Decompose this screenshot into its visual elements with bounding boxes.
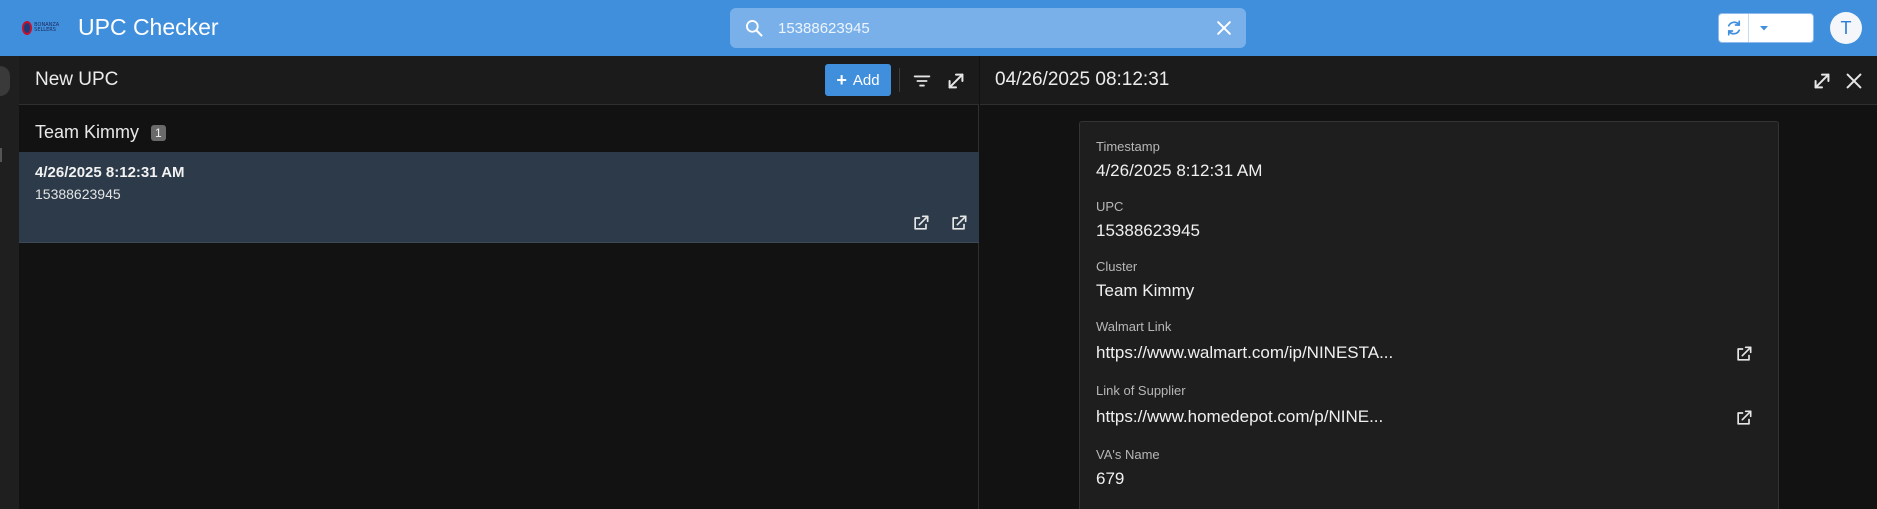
item-upc: 15388623945 [35, 186, 121, 202]
close-icon[interactable] [1843, 70, 1865, 92]
field-label: Walmart Link [1096, 319, 1172, 334]
upc-list-panel: New UPC + Add Team Kimmy 1 4/26/2025 8:1… [19, 56, 979, 509]
field-label: Timestamp [1096, 139, 1160, 154]
filter-icon[interactable] [911, 70, 933, 92]
field-value: 15388623945 [1096, 221, 1201, 240]
expand-icon[interactable] [945, 70, 967, 92]
sync-button[interactable] [1719, 14, 1749, 42]
logo-mark [22, 21, 33, 35]
field-va-name: VA's Name 679 [1096, 447, 1160, 489]
field-value: 679 [1096, 469, 1125, 488]
detail-panel: 04/26/2025 08:12:31 Timestamp 4/26/2025 … [980, 56, 1877, 509]
clear-search-icon[interactable] [1214, 18, 1234, 38]
field-value: Team Kimmy [1096, 281, 1195, 300]
supplier-link[interactable]: https://www.homedepot.com/p/NINE... [1096, 407, 1383, 427]
sync-button-group [1718, 13, 1814, 43]
external-link-icon[interactable] [1734, 408, 1754, 428]
detail-header: 04/26/2025 08:12:31 [980, 56, 1877, 105]
user-avatar[interactable]: T [1830, 12, 1862, 44]
field-label: UPC [1096, 199, 1124, 214]
expand-icon[interactable] [1811, 70, 1833, 92]
add-button[interactable]: + Add [825, 64, 891, 96]
external-link-icon[interactable] [911, 213, 931, 233]
list-item[interactable]: 4/26/2025 8:12:31 AM 15388623945 [19, 152, 979, 243]
logo-text: BONANZA SELLERS [34, 22, 60, 33]
detail-title: 04/26/2025 08:12:31 [995, 69, 1170, 90]
search-icon [746, 20, 763, 37]
plus-icon: + [836, 70, 847, 90]
app-title: UPC Checker [78, 14, 219, 40]
top-bar: BONANZA SELLERS UPC Checker T [0, 0, 1877, 56]
field-label: VA's Name [1096, 447, 1160, 462]
list-title: New UPC [35, 69, 119, 90]
field-label: Cluster [1096, 259, 1138, 274]
field-cluster: Cluster Team Kimmy [1096, 259, 1194, 301]
group-count-badge: 1 [151, 124, 166, 141]
add-button-label: Add [852, 71, 880, 89]
field-supplier-link: Link of Supplier https://www.homedepot.c… [1096, 383, 1383, 427]
field-label: Link of Supplier [1096, 383, 1186, 398]
search-bar[interactable] [730, 8, 1246, 48]
detail-card: Timestamp 4/26/2025 8:12:31 AM UPC 15388… [1079, 121, 1779, 509]
chevron-down-icon [1760, 26, 1768, 31]
field-walmart-link: Walmart Link https://www.walmart.com/ip/… [1096, 319, 1393, 363]
sync-icon [1727, 20, 1740, 36]
rail-handle[interactable] [0, 66, 10, 96]
field-value: 4/26/2025 8:12:31 AM [1096, 161, 1263, 180]
rail-marker [0, 148, 2, 162]
field-upc: UPC 15388623945 [1096, 199, 1200, 241]
app-logo[interactable]: BONANZA SELLERS [22, 16, 64, 40]
side-rail [0, 56, 19, 509]
list-header: New UPC + Add [19, 56, 979, 105]
group-header[interactable]: Team Kimmy 1 [35, 122, 166, 143]
item-timestamp: 4/26/2025 8:12:31 AM [35, 164, 185, 181]
group-name: Team Kimmy [35, 122, 140, 142]
search-input[interactable] [778, 14, 1178, 42]
external-link-icon[interactable] [949, 213, 969, 233]
sync-dropdown-button[interactable] [1749, 14, 1779, 42]
header-divider [899, 68, 900, 92]
field-timestamp: Timestamp 4/26/2025 8:12:31 AM [1096, 139, 1262, 181]
walmart-link[interactable]: https://www.walmart.com/ip/NINESTA... [1096, 343, 1393, 363]
external-link-icon[interactable] [1734, 344, 1754, 364]
